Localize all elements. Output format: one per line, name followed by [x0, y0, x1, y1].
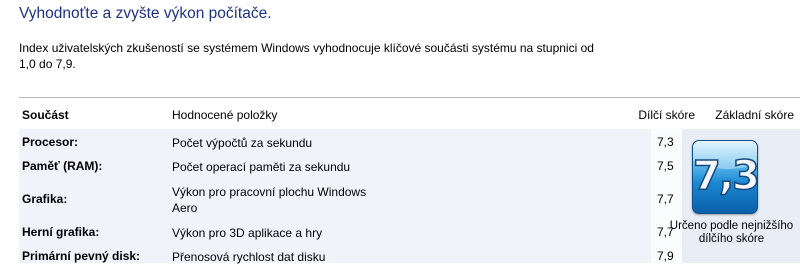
table-header: Součást Hodnocené položky Dílčí skóre Zá…	[19, 98, 800, 129]
page-description: Index uživatelských zkušeností se systém…	[19, 41, 594, 71]
base-score-caption: Určeno podle nejnižšího dílčího skóre	[669, 220, 794, 245]
row-component: Procesor:	[22, 135, 79, 149]
page-title: Vyhodnoťte a zvyšte výkon počítače.	[19, 5, 272, 22]
row-subscore: 7,7	[657, 192, 674, 206]
row-rated-item: Přenosová rychlost dat disku	[172, 250, 326, 264]
header-rated-items[interactable]: Hodnocené položky	[172, 108, 277, 122]
row-component: Herní grafika:	[22, 225, 100, 239]
header-component[interactable]: Součást	[22, 108, 69, 122]
header-subscore[interactable]: Dílčí skóre	[638, 108, 695, 122]
row-rated-item: Počet operací paměti za sekundu	[172, 160, 351, 174]
row-subscore: 7,9	[657, 249, 674, 263]
row-component: Grafika:	[22, 192, 68, 206]
row-component: Paměť (RAM):	[22, 159, 103, 173]
row-subscore: 7,5	[657, 159, 674, 173]
row-subscore: 7,3	[657, 135, 674, 149]
header-base-score[interactable]: Základní skóre	[715, 108, 794, 122]
base-score-badge[interactable]: 7,3	[692, 140, 758, 214]
row-rated-item: Počet výpočtů za sekundu	[172, 136, 313, 150]
row-component: Primární pevný disk:	[22, 249, 141, 263]
row-rated-item: Výkon pro 3D aplikace a hry	[172, 226, 323, 240]
row-rated-item: Výkon pro pracovní plochu Windows Aero	[172, 185, 367, 215]
base-score-value: 7,3	[693, 152, 758, 200]
